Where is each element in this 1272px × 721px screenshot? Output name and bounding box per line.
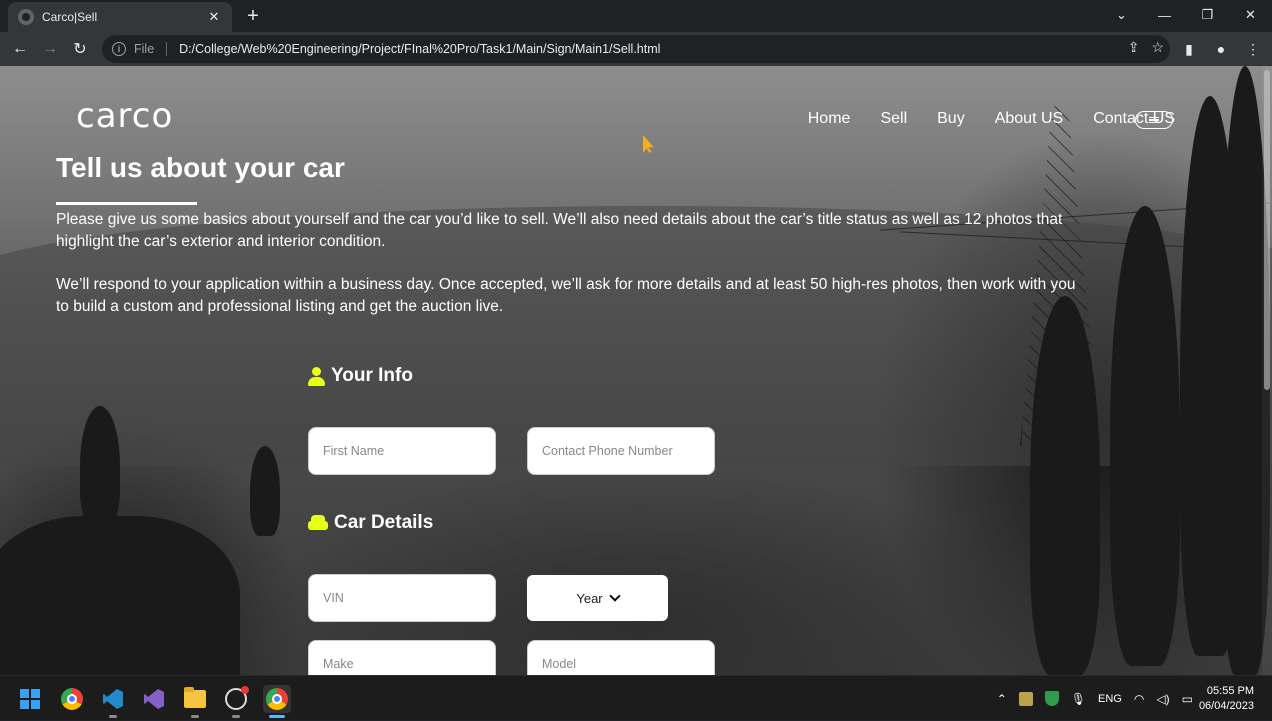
profile-icon[interactable]: ● [1210,37,1232,61]
first-name-placeholder: First Name [323,444,385,458]
taskbar-github-desktop[interactable] [222,685,250,718]
model-input[interactable]: Model [527,640,715,675]
year-select[interactable]: Year [527,575,668,621]
tab-search-icon[interactable]: ⌄ [1100,0,1143,30]
site-logo[interactable]: carco [76,96,173,136]
hamburger-icon [1149,117,1159,123]
github-desktop-icon [225,686,249,710]
page-title: Tell us about your car [56,152,345,183]
start-button[interactable] [16,685,44,713]
your-info-heading: Your Info [308,365,413,387]
battery-icon[interactable]: ▭ [1182,692,1193,706]
user-icon [308,366,325,386]
clock[interactable]: 05:55 PM 06/04/2023 [1199,684,1254,714]
contact-phone-placeholder: Contact Phone Number [542,444,673,458]
first-name-input[interactable]: First Name [308,427,496,475]
address-bar[interactable]: i File D:/College/Web%20Engineering/Proj… [102,35,1170,63]
app-tray-icon[interactable] [1018,691,1033,706]
year-select-label: Year [576,590,603,606]
show-hidden-icons-chevron-icon[interactable]: ⌃ [997,692,1007,706]
tree-graphic [80,406,120,526]
active-indicator [269,715,285,718]
title-underline [56,202,197,205]
reload-icon[interactable]: ↻ [68,37,92,61]
vin-placeholder: VIN [323,591,344,605]
windows-taskbar: ⌃ 🎙 ENG ◠ ◁) ▭ 05:55 PM 06/04/2023 [0,675,1272,720]
taskbar-visual-studio[interactable] [140,685,168,713]
microphone-icon[interactable]: 🎙 [1071,692,1086,706]
windows-logo-icon [20,689,40,709]
clock-date: 06/04/2023 [1198,699,1254,712]
folder-icon [184,687,206,708]
tree-graphic [250,446,280,536]
back-icon[interactable]: ← [8,37,32,61]
nav-link-home[interactable]: Home [808,110,851,128]
bush-graphic [0,516,240,675]
running-indicator [232,715,240,718]
side-panel-icon[interactable]: ▮ [1178,37,1200,61]
chrome-icon [61,688,83,710]
restore-button[interactable]: ❐ [1186,0,1229,30]
your-info-title: Your Info [331,365,413,386]
url-text[interactable]: D:/College/Web%20Engineering/Project/FIn… [179,42,660,56]
tree-graphic [1110,206,1180,666]
page-scrollbar[interactable] [1262,66,1272,675]
nav-link-sell[interactable]: Sell [880,110,907,128]
chevron-down-icon [608,590,621,602]
taskbar-chrome-active[interactable] [263,685,291,718]
browser-tab-bar: Carco|Sell ✕ + ⌄ — ❐ ✕ [0,0,1272,32]
nav-link-about[interactable]: About US [995,110,1063,128]
running-indicator [109,715,117,718]
contact-phone-input[interactable]: Contact Phone Number [527,427,715,475]
tab-title: Carco|Sell [42,10,98,24]
nav-link-buy[interactable]: Buy [937,110,965,128]
hamburger-menu-button[interactable] [1135,111,1173,129]
vscode-icon [103,689,123,709]
response-paragraph: We’ll respond to your application within… [56,276,1076,315]
tree-graphic [1030,296,1100,675]
system-tray: ⌃ 🎙 ENG ◠ ◁) ▭ 05:55 PM 06/04/2023 [991,676,1272,721]
car-details-title: Car Details [334,512,434,533]
site-info-icon[interactable]: i [112,42,126,56]
close-tab-icon[interactable]: ✕ [206,9,222,25]
vin-input[interactable]: VIN [308,574,496,622]
browser-tab[interactable]: Carco|Sell ✕ [8,2,232,32]
make-input[interactable]: Make [308,640,496,675]
car-icon [308,514,328,532]
chrome-icon [266,688,288,710]
visual-studio-icon [144,689,164,709]
security-shield-icon[interactable] [1044,691,1059,706]
site-nav: Home Sell Buy About US Contact US [808,110,1175,128]
taskbar-vscode[interactable] [99,685,127,718]
language-indicator[interactable]: ENG [1098,693,1122,705]
minimize-button[interactable]: — [1143,0,1186,30]
window-controls: ⌄ — ❐ ✕ [1100,0,1272,30]
scrollbar-thumb[interactable] [1264,70,1270,390]
close-window-button[interactable]: ✕ [1229,0,1272,30]
intro-paragraph: Please give us some basics about yoursel… [56,211,1063,250]
car-details-heading: Car Details [308,512,433,534]
running-indicator [191,715,199,718]
share-icon[interactable]: ⇪ [1128,39,1140,56]
volume-icon[interactable]: ◁) [1156,692,1169,706]
taskbar-chrome[interactable] [58,685,86,713]
tab-favicon-icon [18,9,34,25]
clock-time: 05:55 PM [1206,684,1254,697]
menu-kebab-icon[interactable]: ⋮ [1242,37,1264,61]
wifi-icon[interactable]: ◠ [1134,692,1144,706]
new-tab-button[interactable]: + [243,4,263,28]
page-viewport: carco Home Sell Buy About US Contact US … [0,66,1272,675]
make-placeholder: Make [323,657,354,671]
forward-icon[interactable]: → [38,37,62,61]
mouse-cursor-icon [643,135,654,153]
taskbar-file-explorer[interactable] [181,685,209,718]
url-scheme: File [134,42,168,56]
browser-toolbar: ← → ↻ i File D:/College/Web%20Engineerin… [0,32,1272,66]
bookmark-star-icon[interactable]: ☆ [1151,39,1164,56]
model-placeholder: Model [542,657,577,671]
